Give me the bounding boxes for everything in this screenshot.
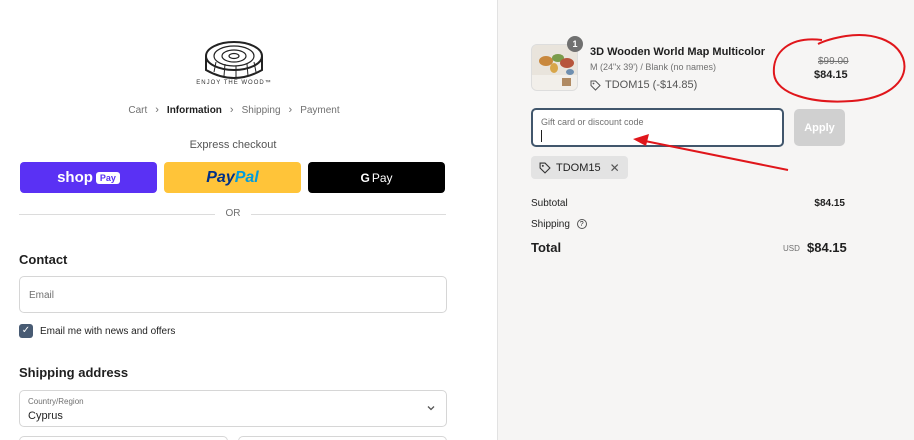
email-field[interactable]: Email (19, 276, 447, 313)
remove-discount-close-icon[interactable]: ✕ (610, 161, 620, 175)
product-discount-text: TDOM15 (-$14.85) (605, 79, 698, 91)
subtotal-label: Subtotal (531, 198, 568, 209)
newsletter-option[interactable]: ✓ Email me with news and offers (19, 324, 175, 338)
logo-text: ENJOY THE WOOD™ (196, 80, 272, 86)
chevron-right-icon: › (288, 104, 293, 116)
google-pay-label: Pay (371, 170, 393, 185)
paypal-wordmark-part1: Pay (206, 168, 235, 186)
applied-discount-code: TDOM15 (556, 161, 601, 174)
apply-button[interactable]: Apply (794, 109, 845, 146)
discount-placeholder: Gift card or discount code (541, 117, 644, 127)
original-price: $99.00 (818, 56, 849, 67)
paypal-button[interactable]: Pay Pal (164, 162, 301, 193)
subtotal-row: Subtotal $84.15 (531, 198, 845, 209)
breadcrumb: Cart › Information › Shipping › Payment (0, 104, 466, 116)
shop-pay-chip: Pay (95, 171, 120, 184)
or-text: OR (225, 208, 241, 219)
country-select[interactable]: Country/Region Cyprus (19, 390, 447, 427)
checkout-form-panel: ENJOY THE WOOD™ Cart › Information › Shi… (0, 0, 497, 440)
applied-discount-chip: TDOM15 ✕ (531, 156, 628, 179)
shop-pay-button[interactable]: shop Pay (20, 162, 157, 193)
breadcrumb-payment: Payment (300, 104, 340, 116)
shipping-row: Shipping ? (531, 219, 845, 230)
text-caret (541, 130, 542, 142)
total-value: $84.15 (807, 240, 847, 255)
paypal-wordmark-part2: Pal (234, 168, 259, 186)
subtotal-value: $84.15 (814, 198, 845, 209)
first-name-field[interactable] (19, 436, 228, 440)
last-name-field[interactable] (238, 436, 447, 440)
product-name: 3D Wooden World Map Multicolor (590, 46, 765, 58)
breadcrumb-information: Information (166, 104, 222, 116)
breadcrumb-cart[interactable]: Cart (128, 105, 147, 116)
country-value: Cyprus (28, 410, 63, 422)
google-pay-button[interactable]: G Pay (308, 162, 445, 193)
contact-heading: Contact (19, 252, 68, 267)
total-label: Total (531, 240, 562, 255)
product-discount: TDOM15 (-$14.85) (590, 79, 697, 91)
product-variant: M (24"x 39') / Blank (no names) (590, 62, 716, 72)
discounted-price: $84.15 (814, 69, 848, 81)
email-placeholder: Email (29, 290, 55, 301)
divider-line (19, 214, 215, 215)
help-question-icon[interactable]: ? (576, 219, 587, 230)
shipping-address-heading: Shipping address (19, 365, 129, 380)
chevron-right-icon: › (155, 104, 159, 116)
divider-line (251, 214, 446, 215)
shop-pay-wordmark: shop (57, 169, 93, 186)
tag-icon (539, 162, 551, 174)
discount-code-input[interactable]: Gift card or discount code (531, 108, 784, 147)
quantity-badge: 1 (567, 36, 583, 52)
google-g-icon: G (360, 170, 370, 185)
chevron-down-icon (427, 406, 435, 411)
world-map-image-icon (532, 45, 577, 90)
breadcrumb-shipping: Shipping (241, 104, 281, 116)
or-divider: OR (19, 207, 446, 221)
tag-icon (590, 80, 601, 91)
chevron-right-icon: › (229, 104, 234, 116)
order-summary-panel: 1 3D Wooden World Map Multicolor M (24"x… (497, 0, 914, 440)
total-currency: USD (783, 244, 800, 253)
shipping-label: Shipping (531, 219, 570, 230)
newsletter-label: Email me with news and offers (40, 325, 176, 337)
country-label: Country/Region (28, 397, 84, 406)
newsletter-checkbox[interactable]: ✓ (19, 324, 33, 338)
express-checkout-title: Express checkout (189, 139, 277, 151)
